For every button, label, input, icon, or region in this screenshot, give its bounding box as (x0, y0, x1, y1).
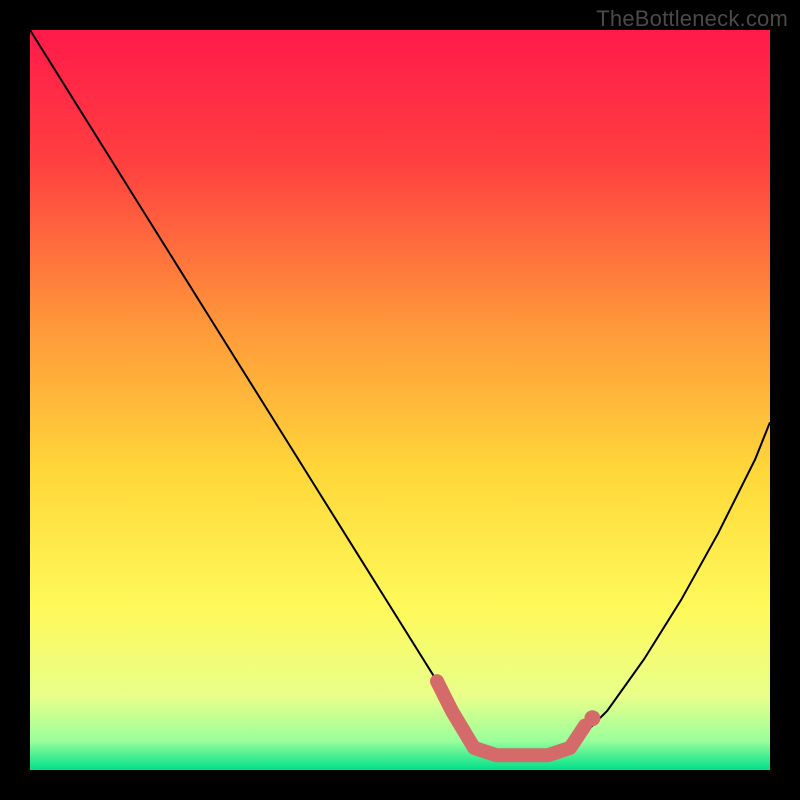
chart-frame: TheBottleneck.com (0, 0, 800, 800)
watermark-text: TheBottleneck.com (596, 6, 788, 32)
plot-area (30, 30, 770, 770)
chart-svg (30, 30, 770, 770)
optimal-point-marker (584, 710, 600, 726)
heat-background (30, 30, 770, 770)
